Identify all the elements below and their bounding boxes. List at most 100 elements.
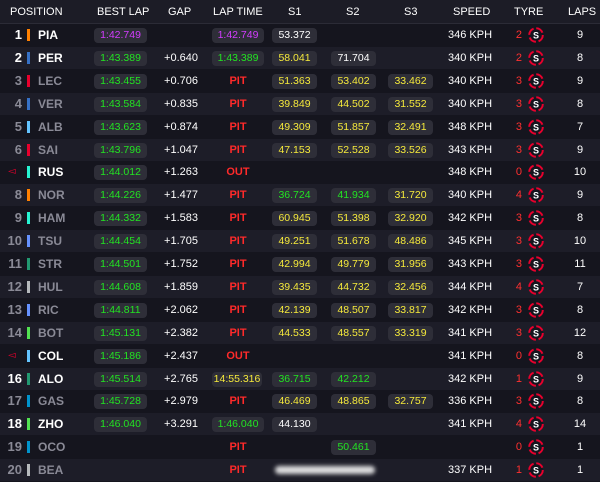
col-best-lap[interactable]: BEST LAP	[97, 6, 149, 18]
table-row[interactable]: 3 LEC 1:43.455 +0.706 PIT 51.363 53.402 33.462 3…	[0, 69, 600, 92]
tyre-age: 3	[515, 120, 522, 133]
last-lap-time: OUT	[226, 349, 250, 362]
col-lap-time[interactable]: LAP TIME	[213, 6, 263, 18]
lap-count: 8	[576, 349, 584, 362]
driver-abbreviation[interactable]: ALO	[38, 368, 63, 390]
driver-abbreviation[interactable]: TSU	[38, 230, 62, 252]
driver-abbreviation[interactable]: VER	[38, 93, 63, 115]
last-lap-time: PIT	[229, 280, 247, 293]
table-row[interactable]: 5 ALB 1:43.623 +0.874 PIT 49.309 51.857 32.491 3…	[0, 115, 600, 138]
gap-to-leader: +2.062	[164, 303, 198, 316]
driver-abbreviation[interactable]: PER	[38, 47, 63, 69]
last-lap-time: 1:43.389	[212, 50, 264, 66]
sector-s2-time: 51.398	[331, 211, 376, 227]
table-row[interactable]: 1 PIA 1:42.749 1:42.749 53.372 346 KPH 2 S 9	[0, 24, 600, 46]
tyre-compound: S	[533, 351, 539, 361]
driver-abbreviation[interactable]: RUS	[38, 161, 63, 183]
tyre-age: 2	[515, 51, 522, 64]
soft-tyre-icon: S	[528, 118, 544, 135]
sector-s1-time: 44.130	[272, 417, 317, 433]
table-row[interactable]: 12 HUL 1:44.608 +1.859 PIT 39.435 44.732 32.456…	[0, 275, 600, 298]
table-row[interactable]: 6 SAI 1:43.796 +1.047 PIT 47.153 52.528 33.526 3…	[0, 138, 600, 161]
soft-tyre-icon: S	[528, 416, 544, 433]
col-position[interactable]: POSITION	[10, 6, 63, 18]
table-row[interactable]: ◅ RUS 1:44.012 +1.263 OUT 348 KPH 0 S 10	[0, 161, 600, 184]
position-number: 5	[14, 118, 22, 134]
lap-count: 8	[576, 303, 584, 316]
sector-s2-time: 50.461	[331, 440, 376, 456]
sector-s3-time: 31.552	[388, 96, 433, 112]
tyre-compound: S	[533, 191, 539, 201]
team-color-bar	[27, 418, 30, 431]
last-lap-time: PIT	[229, 326, 247, 339]
col-s2[interactable]: S2	[346, 6, 359, 18]
driver-abbreviation[interactable]: NOR	[38, 184, 65, 206]
driver-abbreviation[interactable]: GAS	[38, 390, 64, 412]
table-row[interactable]: 20 BEA PIT 337 KPH 1 S 1	[0, 459, 600, 482]
tyre-age: 2	[515, 29, 522, 41]
position-number: 16	[7, 370, 22, 386]
driver-abbreviation[interactable]: SAI	[38, 139, 58, 161]
driver-abbreviation[interactable]: ZHO	[38, 413, 63, 435]
gap-to-leader: +2.979	[164, 395, 198, 408]
col-s1[interactable]: S1	[288, 6, 301, 18]
team-color-bar	[27, 464, 30, 477]
position-number: 13	[7, 301, 22, 317]
soft-tyre-icon: S	[528, 393, 544, 410]
driver-abbreviation[interactable]: HUL	[38, 276, 63, 298]
driver-abbreviation[interactable]: STR	[38, 253, 62, 275]
speed-trap: 336 KPH	[448, 395, 493, 408]
col-laps[interactable]: LAPS	[568, 6, 596, 18]
team-color-bar	[27, 280, 30, 293]
team-color-bar	[27, 189, 30, 202]
table-row[interactable]: 9 HAM 1:44.332 +1.583 PIT 60.945 51.398 32.920 3…	[0, 207, 600, 230]
position-number: 14	[7, 324, 22, 340]
position-number: 17	[7, 393, 22, 409]
driver-abbreviation[interactable]: HAM	[38, 207, 65, 229]
tyre-age: 3	[515, 326, 522, 339]
driver-abbreviation[interactable]: RIC	[38, 299, 59, 321]
col-speed[interactable]: SPEED	[453, 6, 490, 18]
driver-abbreviation[interactable]: OCO	[38, 436, 65, 458]
soft-tyre-icon: S	[528, 462, 544, 478]
table-row[interactable]: 2 PER 1:43.389 +0.640 1:43.389 58.041 71.704 34…	[0, 46, 600, 69]
team-color-bar	[27, 235, 30, 248]
tyre-compound: S	[533, 443, 539, 453]
col-s3[interactable]: S3	[404, 6, 417, 18]
sector-s3-time: 48.486	[388, 234, 433, 250]
last-lap-time: PIT	[229, 235, 247, 248]
soft-tyre-icon: S	[528, 141, 544, 158]
soft-tyre-icon: S	[528, 27, 544, 43]
driver-abbreviation[interactable]: LEC	[38, 70, 62, 92]
best-lap-time: 1:43.796	[94, 142, 147, 158]
table-row[interactable]: 18 ZHO 1:46.040 +3.291 1:46.040 44.130 341 KPH…	[0, 413, 600, 436]
driver-abbreviation[interactable]: BOT	[38, 322, 63, 344]
sector-s1-time: 39.849	[272, 96, 317, 112]
driver-abbreviation[interactable]: PIA	[38, 24, 58, 46]
table-row[interactable]: 11 STR 1:44.501 +1.752 PIT 42.994 49.779 31.956…	[0, 253, 600, 275]
last-lap-time: 1:42.749	[212, 28, 264, 43]
col-gap[interactable]: GAP	[168, 6, 191, 18]
table-row[interactable]: 4 VER 1:43.584 +0.835 PIT 39.849 44.502 31.552 3…	[0, 92, 600, 115]
table-row[interactable]: 14 BOT 1:45.131 +2.382 PIT 44.533 48.557 33.319…	[0, 321, 600, 344]
table-row[interactable]: 19 OCO PIT 50.461 0 S 1	[0, 436, 600, 459]
driver-abbreviation[interactable]: BEA	[38, 459, 63, 481]
table-row[interactable]: 17 GAS 1:45.728 +2.979 PIT 46.469 48.865 32.757…	[0, 390, 600, 413]
last-lap-time: PIT	[229, 212, 247, 225]
team-color-bar	[27, 212, 30, 225]
lap-count: 7	[576, 280, 584, 293]
tyre-age: 3	[515, 74, 522, 87]
driver-abbreviation[interactable]: COL	[38, 345, 63, 367]
table-row[interactable]: 13 RIC 1:44.811 +2.062 PIT 42.139 48.507 33.817…	[0, 298, 600, 321]
table-row[interactable]: 16 ALO 1:45.514 +2.765 14:55.316 36.715 42.212…	[0, 367, 600, 390]
table-row[interactable]: ◅ COL 1:45.186 +2.437 OUT 341 KPH 0 S 8	[0, 344, 600, 367]
col-tyre[interactable]: TYRE	[514, 6, 543, 18]
speed-trap: 340 KPH	[448, 74, 493, 87]
table-row[interactable]: 8 NOR 1:44.226 +1.477 PIT 36.724 41.934 31.720 3…	[0, 184, 600, 207]
lap-count: 11	[574, 258, 586, 270]
last-lap-time: PIT	[229, 441, 247, 454]
driver-abbreviation[interactable]: ALB	[38, 116, 63, 138]
tyre-compound: S	[533, 328, 539, 338]
table-row[interactable]: 10 TSU 1:44.454 +1.705 PIT 49.251 51.678 48.486…	[0, 230, 600, 253]
sector-s3-time: 33.817	[388, 302, 433, 318]
